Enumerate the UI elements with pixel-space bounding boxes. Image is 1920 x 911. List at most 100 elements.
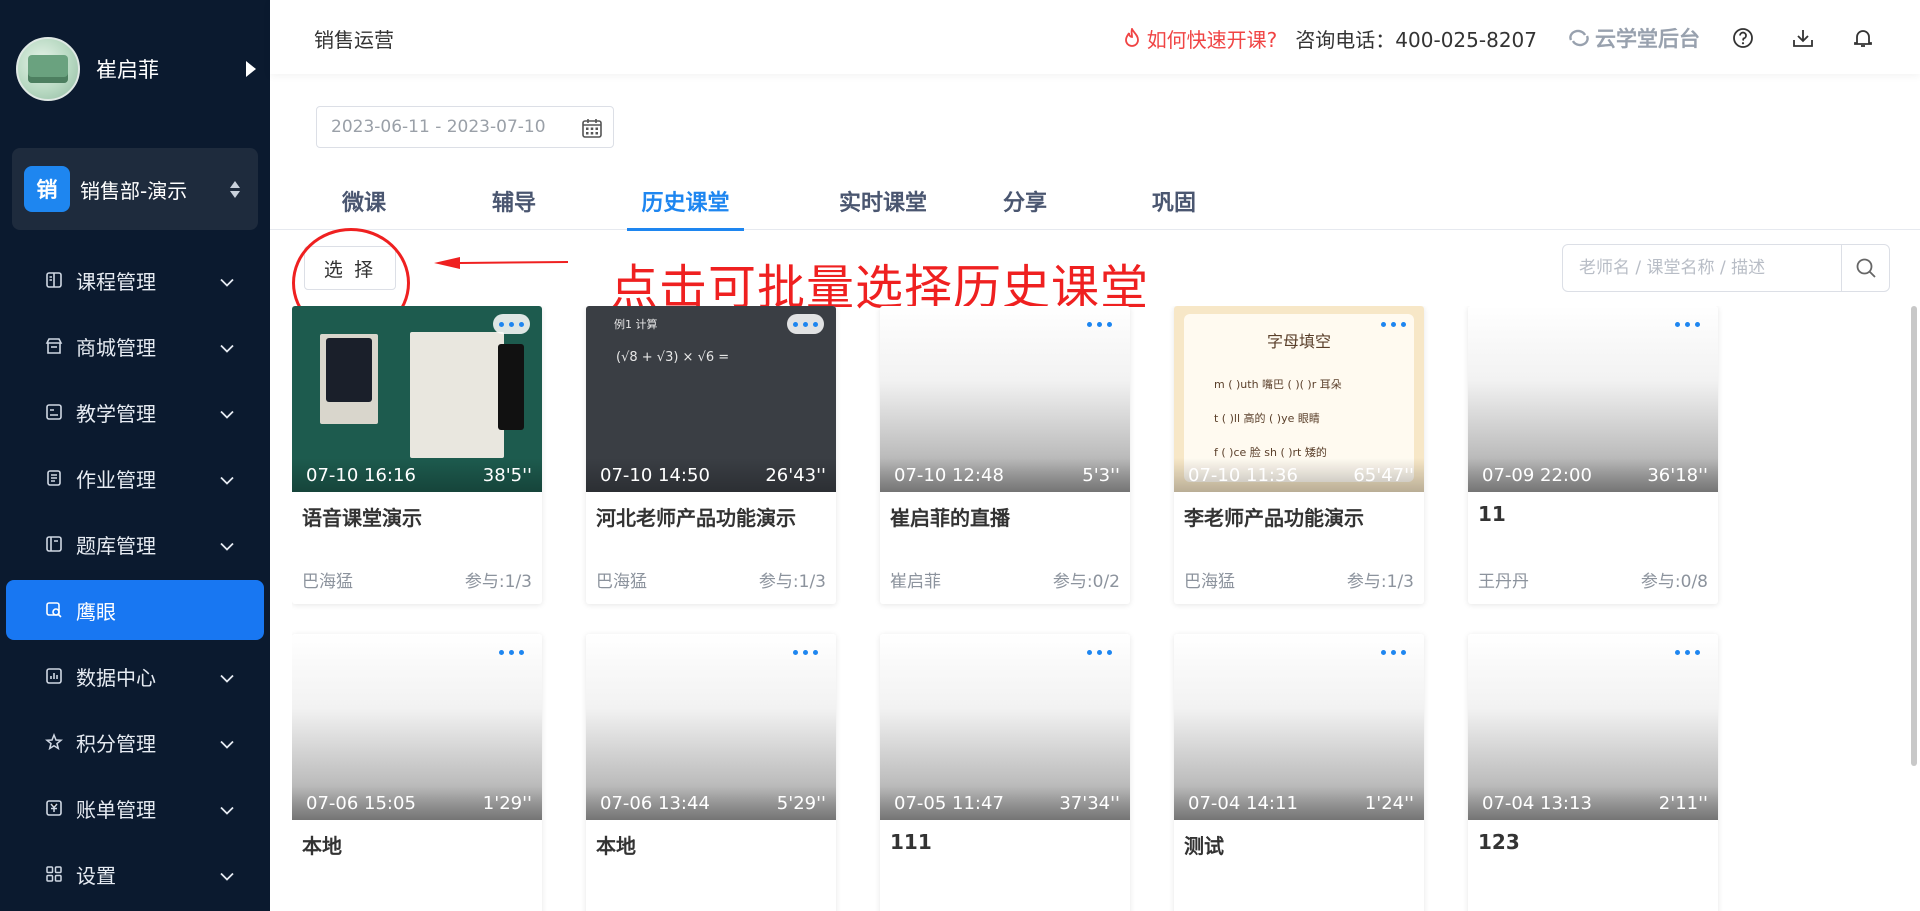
sidebar-item-6[interactable]: 数据中心 [6,646,264,706]
class-duration: 5'3'' [1082,464,1120,486]
tab-1[interactable]: 辅导 [472,172,556,230]
video-thumbnail[interactable]: 07-10 16:16 38'5'' [292,306,542,492]
classroom-card[interactable]: 例1 计算 (√8 + √3) × √6 = 07-10 14:50 26'43'' 河… [586,306,836,604]
tab-active-indicator [627,228,744,231]
class-time: 07-10 12:48 [894,464,1004,486]
class-duration: 36'18'' [1647,464,1708,486]
notification-button[interactable] [1846,21,1880,55]
more-options-icon[interactable] [1669,314,1706,334]
classroom-card[interactable]: 07-10 16:16 38'5'' 语音课堂演示 巴海猛 参与:1/3 [292,306,542,604]
chevron-down-icon [220,334,234,358]
more-options-icon[interactable] [1081,314,1118,334]
classroom-card[interactable]: 07-04 13:13 2'11'' 123 [1468,634,1718,911]
sidebar-item-5[interactable]: 鹰眼 [6,580,264,640]
sidebar-item-4[interactable]: 题库管理 [6,514,264,574]
teaching-icon [44,402,64,422]
user-profile[interactable]: 崔启菲 [16,36,256,102]
more-options-icon[interactable] [1375,642,1412,662]
class-time: 07-10 16:16 [306,464,416,486]
brand-switch[interactable]: 云学堂后台 [1567,23,1700,53]
video-thumbnail[interactable]: 07-04 13:13 2'11'' [1468,634,1718,820]
annotation-arrow [434,257,568,269]
tab-label: 分享 [1002,191,1047,216]
video-thumbnail[interactable]: 07-06 13:44 5'29'' [586,634,836,820]
department-switcher[interactable]: 销 销售部-演示 [12,148,258,230]
teacher-name: 巴海猛 [596,572,647,592]
sidebar-item-0[interactable]: 课程管理 [6,250,264,310]
thumbnail-meta: 07-09 22:00 36'18'' [1468,458,1718,492]
class-duration: 1'24'' [1364,792,1414,814]
chevron-down-icon [220,796,234,820]
search-input[interactable] [1563,245,1841,291]
scrollbar[interactable] [1911,306,1917,766]
chevron-down-icon [220,664,234,688]
more-options-icon[interactable] [1669,642,1706,662]
classroom-card[interactable]: 07-06 15:05 1'29'' 本地 [292,634,542,911]
download-button[interactable] [1786,21,1820,55]
classroom-card[interactable]: 字母填空 m ( )uth 嘴巴 ( )( )r 耳朵 t ( )ll 高的 ( )… [1174,306,1424,604]
tab-2[interactable]: 历史课堂 [627,172,744,231]
tab-bar: 微课 辅导 历史课堂 实时课堂 分享 巩固 [270,172,1920,231]
class-duration: 5'29'' [776,792,826,814]
search-button[interactable] [1841,245,1889,291]
book-icon [44,270,64,290]
more-options-icon[interactable] [787,642,824,662]
video-thumbnail[interactable]: 07-06 15:05 1'29'' [292,634,542,820]
class-time: 07-10 14:50 [600,464,710,486]
tab-0[interactable]: 微课 [322,172,406,230]
video-thumbnail[interactable]: 例1 计算 (√8 + √3) × √6 = 07-10 14:50 26'43'' [586,306,836,492]
star-icon [44,732,64,752]
sidebar-item-9[interactable]: 设置 [6,844,264,904]
thumbnail-meta: 07-05 11:47 37'34'' [880,786,1130,820]
participation-count: 参与:1/3 [1346,572,1414,592]
teacher-name: 巴海猛 [1184,572,1235,592]
class-duration: 65'47'' [1353,464,1414,486]
card-footer: 王丹丹 参与:0/8 [1478,567,1708,592]
sidebar-item-1[interactable]: 商城管理 [6,316,264,376]
quick-start-link[interactable]: 如何快速开课? [1123,24,1277,53]
sidebar-item-7[interactable]: 积分管理 [6,712,264,772]
thumbnail-meta: 07-10 14:50 26'43'' [586,458,836,492]
more-options-icon[interactable] [787,314,824,334]
tab-label: 辅导 [491,191,536,216]
bar-chart-icon [44,666,64,686]
card-footer: 巴海猛 参与:1/3 [596,567,826,592]
thumbnail-meta: 07-06 15:05 1'29'' [292,786,542,820]
tab-5[interactable]: 巩固 [1132,172,1216,230]
video-thumbnail[interactable]: 字母填空 m ( )uth 嘴巴 ( )( )r 耳朵 t ( )ll 高的 ( )… [1174,306,1424,492]
more-options-icon[interactable] [1081,642,1118,662]
thumbnail-meta: 07-06 13:44 5'29'' [586,786,836,820]
more-options-icon[interactable] [1375,314,1412,334]
tab-4[interactable]: 分享 [983,172,1067,230]
refresh-icon [1569,29,1589,47]
sidebar-item-3[interactable]: 作业管理 [6,448,264,508]
classroom-card[interactable]: 07-09 22:00 36'18'' 11 王丹丹 参与:0/8 [1468,306,1718,604]
help-icon [1733,28,1753,48]
brand-label: 云学堂后台 [1595,27,1700,51]
bill-icon [44,798,64,818]
tab-label: 巩固 [1151,191,1196,216]
more-options-icon[interactable] [493,642,530,662]
video-thumbnail[interactable]: 07-04 14:11 1'24'' [1174,634,1424,820]
video-thumbnail[interactable]: 07-09 22:00 36'18'' [1468,306,1718,492]
help-button[interactable] [1726,21,1760,55]
sidebar-item-2[interactable]: 教学管理 [6,382,264,442]
more-options-icon[interactable] [493,314,530,334]
calendar-icon [582,119,602,138]
tab-3[interactable]: 实时课堂 [823,172,943,230]
caret-right-icon [246,61,256,77]
classroom-card[interactable]: 07-05 11:47 37'34'' 111 [880,634,1130,911]
tab-label: 实时课堂 [838,191,927,216]
class-duration: 26'43'' [765,464,826,486]
sidebar-item-8[interactable]: 账单管理 [6,778,264,838]
class-duration: 2'11'' [1658,792,1708,814]
search-box [1562,244,1890,292]
classroom-card[interactable]: 07-04 14:11 1'24'' 测试 [1174,634,1424,911]
video-thumbnail[interactable]: 07-10 12:48 5'3'' [880,306,1130,492]
chevron-down-icon [220,268,234,292]
date-range-picker[interactable]: 2023-06-11 - 2023-07-10 [316,106,614,148]
classroom-card[interactable]: 07-06 13:44 5'29'' 本地 [586,634,836,911]
class-title: 测试 [1184,834,1224,858]
video-thumbnail[interactable]: 07-05 11:47 37'34'' [880,634,1130,820]
classroom-card[interactable]: 07-10 12:48 5'3'' 崔启菲的直播 崔启菲 参与:0/2 [880,306,1130,604]
